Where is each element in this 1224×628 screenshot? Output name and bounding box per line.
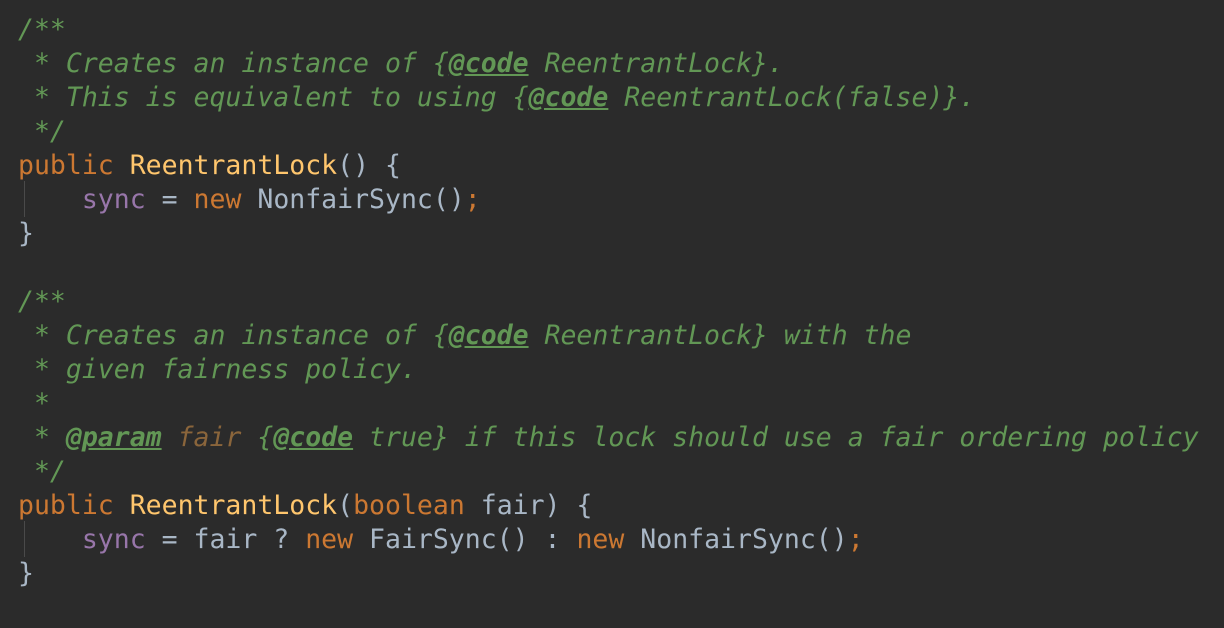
code-line-1: /** [18, 13, 66, 47]
operator: = [145, 184, 194, 215]
code-line-5: public ReentrantLock() { [18, 149, 401, 183]
comment-text: Creates an instance of { [65, 48, 449, 79]
javadoc-tag: @code [528, 82, 609, 113]
comment-text: { [241, 422, 274, 453]
code-line-7: } [18, 217, 34, 251]
comment-star: * [18, 48, 66, 79]
field-name: sync [81, 184, 146, 215]
code-editor[interactable]: /** * Creates an instance of {@code Reen… [0, 0, 1224, 628]
keyword: new [576, 524, 625, 555]
type-keyword: boolean [353, 490, 465, 521]
comment-star: * [18, 320, 66, 351]
code-line-6: sync = new NonfairSync(); [18, 183, 481, 217]
keyword: public [18, 490, 114, 521]
code-line-2: * Creates an instance of {@code Reentran… [18, 47, 784, 81]
code-line-13: * @param fair {@code true} if this lock … [18, 421, 1199, 455]
param-and-brace: fair) { [464, 490, 593, 521]
javadoc-tag: @code [273, 422, 354, 453]
code-line-9: /** [18, 285, 66, 319]
javadoc-tag: @code [448, 48, 529, 79]
code-line-17: } [18, 557, 34, 591]
keyword: new [193, 184, 242, 215]
comment-text: * given fairness policy. [18, 354, 417, 385]
constructor-call: NonfairSync() [624, 524, 848, 555]
punctuation: () { [337, 150, 401, 181]
method-name: ReentrantLock [129, 150, 338, 181]
constructor-call: NonfairSync() [241, 184, 465, 215]
code-line-16: sync = fair ? new FairSync() : new Nonfa… [18, 523, 864, 557]
javadoc-tag: @param [65, 422, 162, 453]
comment-star: * [18, 82, 66, 113]
param-name: fair [177, 422, 242, 453]
comment-text: */ [18, 456, 66, 487]
javadoc-tag: @code [448, 320, 529, 351]
keyword: public [18, 150, 114, 181]
constructor-call: FairSync() : [353, 524, 577, 555]
comment-text: ReentrantLock} with the [528, 320, 912, 351]
semicolon: ; [847, 524, 864, 555]
comment-text: true} if this lock should use a fair ord… [353, 422, 1199, 453]
method-name: ReentrantLock [129, 490, 338, 521]
closing-brace: } [18, 558, 34, 589]
comment-text: /** [18, 286, 66, 317]
code-line-10: * Creates an instance of {@code Reentran… [18, 319, 912, 353]
keyword: new [305, 524, 354, 555]
code-line-14: */ [18, 455, 66, 489]
comment-text: This is equivalent to using { [65, 82, 529, 113]
ternary-expression: = fair ? [145, 524, 306, 555]
field-name: sync [81, 524, 146, 555]
comment-text: */ [18, 116, 66, 147]
code-line-12: * [18, 387, 50, 421]
punctuation: ( [337, 490, 354, 521]
comment-star: * [18, 422, 66, 453]
closing-brace: } [18, 218, 34, 249]
comment-text: * [18, 388, 50, 419]
comment-text: Creates an instance of { [65, 320, 449, 351]
code-line-15: public ReentrantLock(boolean fair) { [18, 489, 592, 523]
code-line-3: * This is equivalent to using {@code Ree… [18, 81, 975, 115]
comment-text: ReentrantLock(false)}. [608, 82, 976, 113]
code-line-4: */ [18, 115, 66, 149]
code-line-11: * given fairness policy. [18, 353, 417, 387]
comment-text: /** [18, 14, 66, 45]
semicolon: ; [464, 184, 481, 215]
comment-text: ReentrantLock}. [528, 48, 784, 79]
